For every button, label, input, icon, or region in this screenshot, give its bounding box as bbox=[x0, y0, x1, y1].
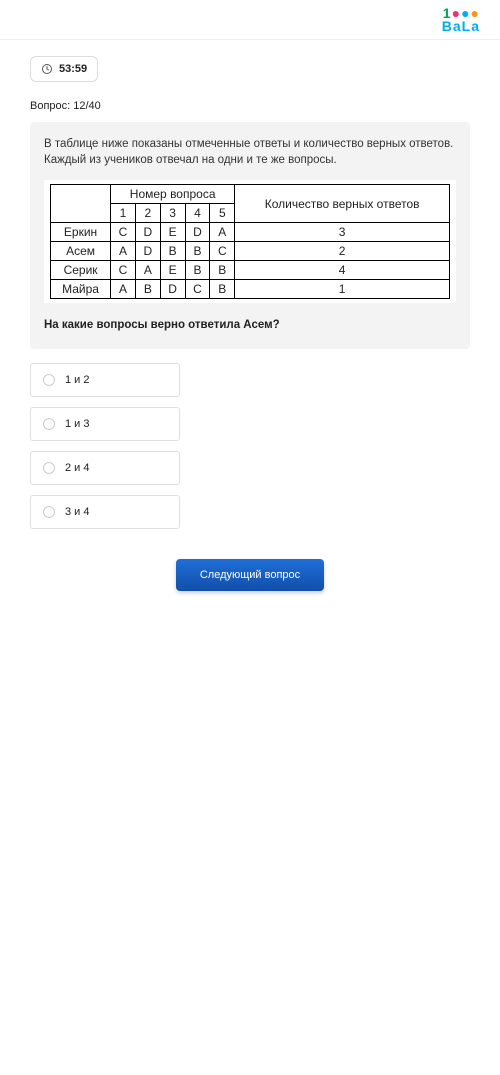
prompt-text: В таблице ниже показаны отмеченные ответ… bbox=[44, 136, 456, 168]
table-top-header: Номер вопроса bbox=[111, 185, 235, 204]
question-text: На какие вопросы верно ответила Асем? bbox=[44, 319, 456, 331]
table-row: Майра A B D C B 1 bbox=[51, 280, 450, 299]
clock-icon bbox=[41, 63, 53, 75]
row-name: Асем bbox=[51, 242, 111, 261]
col-5: 5 bbox=[210, 204, 235, 223]
row-name: Майра bbox=[51, 280, 111, 299]
row-name: Серик bbox=[51, 261, 111, 280]
radio-icon bbox=[43, 374, 55, 386]
table-row: Асем A D B B C 2 bbox=[51, 242, 450, 261]
col-4: 4 bbox=[185, 204, 210, 223]
radio-icon bbox=[43, 418, 55, 430]
app-header: 1●●● BaLa bbox=[0, 0, 500, 40]
option-2[interactable]: 1 и 3 bbox=[30, 407, 180, 441]
question-card: В таблице ниже показаны отмеченные ответ… bbox=[30, 122, 470, 349]
answer-options: 1 и 2 1 и 3 2 и 4 3 и 4 bbox=[30, 363, 470, 529]
table-row: Еркин C D E D A 3 bbox=[51, 223, 450, 242]
col-3: 3 bbox=[160, 204, 185, 223]
option-label: 2 и 4 bbox=[65, 462, 90, 474]
answers-table-wrap: Номер вопроса Количество верных ответов … bbox=[44, 180, 456, 303]
col-2: 2 bbox=[135, 204, 160, 223]
table-count-header: Количество верных ответов bbox=[235, 185, 450, 223]
next-question-button[interactable]: Следующий вопрос bbox=[176, 559, 324, 591]
col-1: 1 bbox=[111, 204, 136, 223]
main-content: 53:59 Вопрос: 12/40 В таблице ниже показ… bbox=[0, 40, 500, 631]
radio-icon bbox=[43, 462, 55, 474]
table-corner bbox=[51, 185, 111, 223]
option-label: 1 и 2 bbox=[65, 374, 90, 386]
logo-text: BaLa bbox=[442, 20, 480, 33]
option-3[interactable]: 2 и 4 bbox=[30, 451, 180, 485]
radio-icon bbox=[43, 506, 55, 518]
answers-table: Номер вопроса Количество верных ответов … bbox=[50, 184, 450, 299]
question-counter: Вопрос: 12/40 bbox=[30, 100, 470, 112]
timer-pill: 53:59 bbox=[30, 56, 98, 82]
row-name: Еркин bbox=[51, 223, 111, 242]
option-1[interactable]: 1 и 2 bbox=[30, 363, 180, 397]
option-label: 1 и 3 bbox=[65, 418, 90, 430]
option-label: 3 и 4 bbox=[65, 506, 90, 518]
timer-value: 53:59 bbox=[59, 63, 87, 75]
option-4[interactable]: 3 и 4 bbox=[30, 495, 180, 529]
logo: 1●●● BaLa bbox=[442, 7, 480, 32]
table-row: Серик C A E B B 4 bbox=[51, 261, 450, 280]
